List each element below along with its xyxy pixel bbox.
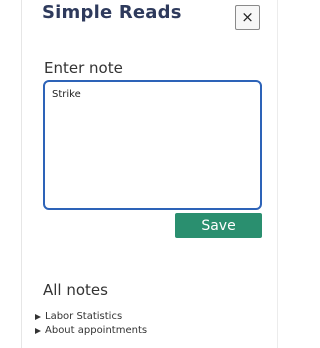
disclosure-triangle-icon bbox=[35, 327, 41, 334]
disclosure-triangle-icon bbox=[35, 313, 41, 320]
close-button[interactable]: × bbox=[235, 5, 260, 30]
note-input-label: Enter note bbox=[44, 59, 123, 77]
close-icon: × bbox=[241, 8, 254, 26]
notes-list: Labor Statistics About appointments bbox=[35, 310, 147, 338]
note-item-labor-statistics[interactable]: Labor Statistics bbox=[35, 310, 147, 323]
right-divider bbox=[277, 0, 278, 348]
app-title: Simple Reads bbox=[42, 2, 182, 23]
note-textarea[interactable] bbox=[43, 80, 262, 210]
note-item-label: About appointments bbox=[45, 325, 148, 336]
all-notes-heading: All notes bbox=[43, 281, 108, 299]
save-button[interactable]: Save bbox=[175, 213, 262, 238]
left-divider bbox=[21, 0, 22, 348]
sidebar-panel: Simple Reads × Enter note Save All notes… bbox=[0, 0, 285, 348]
note-item-about-appointments[interactable]: About appointments bbox=[35, 324, 147, 337]
note-item-label: Labor Statistics bbox=[45, 311, 123, 322]
